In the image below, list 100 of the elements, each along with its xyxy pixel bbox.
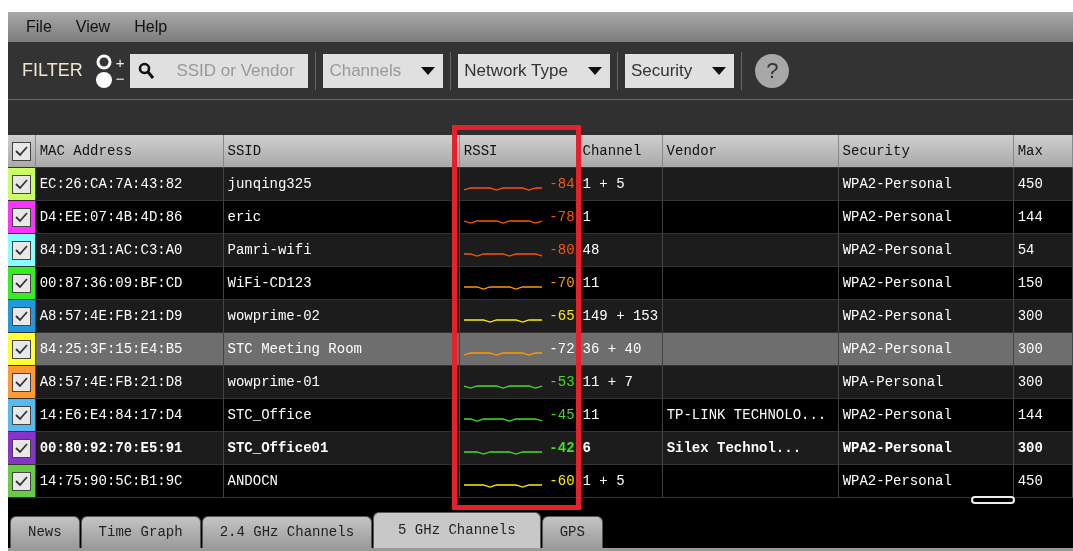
cell-text: wowprime-01 [227, 372, 320, 392]
cell-text: 450 [1017, 174, 1043, 194]
tab[interactable]: 2.4 GHz Channels [201, 516, 373, 548]
minus-label[interactable]: − [115, 70, 125, 87]
check-icon [14, 409, 28, 421]
help-button[interactable]: ? [755, 53, 790, 88]
cell-text: 144 [1017, 207, 1043, 227]
column-header[interactable]: RSSI [459, 135, 579, 168]
check-icon [14, 211, 28, 223]
dropdown[interactable]: Security [624, 53, 735, 88]
checkbox[interactable] [11, 273, 31, 293]
checkbox[interactable] [11, 471, 31, 491]
cell-text: Silex Technol... [666, 438, 802, 458]
cell-text: 36 + 40 [582, 339, 642, 359]
filter-label: FILTER [22, 59, 83, 82]
cell-text: WPA2-Personal [842, 240, 952, 260]
cell-text: 6 [582, 438, 591, 458]
cell-text: 450 [1017, 471, 1043, 491]
cell-text: 1 [582, 207, 591, 227]
cell-text: WPA2-Personal [842, 471, 952, 491]
rssi-value: -42 [549, 438, 575, 458]
cell-text: junqing325 [227, 174, 312, 194]
check-icon [14, 145, 28, 157]
rssi-value: -60 [549, 471, 575, 491]
rssi-value: -70 [549, 273, 575, 293]
cell-text: 14:75:90:5C:B1:9C [39, 471, 183, 491]
column-header[interactable]: Security [838, 135, 1014, 168]
cell-text: 54 [1017, 240, 1035, 260]
check-icon [14, 343, 28, 355]
plus-label[interactable]: + [115, 54, 125, 71]
cell-text: STC Meeting Room [227, 339, 362, 359]
cell-text: WPA2-Personal [842, 339, 952, 359]
checkbox[interactable] [11, 339, 31, 359]
cell-text: 14:E6:E4:84:17:D4 [39, 405, 183, 425]
check-icon [14, 277, 28, 289]
checkbox[interactable] [11, 141, 31, 161]
cell-text: eric [227, 207, 262, 227]
cell-text: WPA2-Personal [842, 273, 952, 293]
menu-item[interactable]: Help [134, 15, 182, 39]
cell-text: WiFi-CD123 [227, 273, 312, 293]
cell-text: WPA2-Personal [842, 405, 952, 425]
check-icon [14, 178, 28, 190]
cell-text: WPA2-Personal [842, 207, 952, 227]
caret-icon [421, 66, 436, 75]
cell-text: 300 [1017, 372, 1043, 392]
menu-item[interactable]: View [75, 15, 125, 39]
column-header[interactable]: Max [1013, 135, 1073, 168]
cell-text: 150 [1017, 273, 1043, 293]
cell-text: 1 + 5 [582, 174, 625, 194]
cell-text: 00:87:36:09:BF:CD [39, 273, 183, 293]
rssi-value: -65 [549, 306, 575, 326]
cell-text: 00:80:92:70:E5:91 [39, 438, 183, 458]
tab[interactable]: Time Graph [80, 516, 201, 548]
rssi-value: -80 [549, 240, 575, 260]
cell-text: STC_Office01 [227, 438, 329, 458]
column-header[interactable]: SSID [223, 135, 460, 168]
tab[interactable]: News [10, 516, 80, 548]
scrollbar-thumb[interactable] [971, 496, 1015, 504]
cell-text: 84:25:3F:15:E4:B5 [39, 339, 183, 359]
search-field[interactable]: SSID or Vendor [130, 53, 309, 88]
rssi-value: -84 [549, 174, 575, 194]
check-icon [14, 442, 28, 454]
check-icon [14, 475, 28, 487]
cell-text: 300 [1017, 306, 1043, 326]
cell-text: Pamri-wifi [227, 240, 312, 260]
tab[interactable]: GPS [541, 516, 603, 548]
checkbox[interactable] [11, 240, 31, 260]
cell-text: D4:EE:07:4B:4D:86 [39, 207, 183, 227]
checkbox[interactable] [11, 438, 31, 458]
menu-item[interactable]: File [26, 15, 66, 39]
cell-text: 1 + 5 [582, 471, 625, 491]
column-header[interactable]: MAC Address [35, 135, 224, 168]
dropdown[interactable]: Network Type [458, 53, 610, 88]
caret-icon [712, 66, 727, 75]
rssi-value: -53 [549, 372, 575, 392]
cell-text: 84:D9:31:AC:C3:A0 [39, 240, 183, 260]
cell-text: A8:57:4E:FB:21:D8 [39, 372, 183, 392]
checkbox[interactable] [11, 405, 31, 425]
checkbox[interactable] [11, 372, 31, 392]
rssi-value: -78 [549, 207, 575, 227]
cell-text: ANDOCN [227, 471, 278, 491]
rssi-value: -45 [549, 405, 575, 425]
cell-text: 48 [582, 240, 600, 260]
cell-text: WPA2-Personal [842, 438, 952, 458]
checkbox[interactable] [11, 306, 31, 326]
checkbox[interactable] [11, 174, 31, 194]
cell-text: EC:26:CA:7A:43:82 [39, 174, 183, 194]
cell-text: WPA2-Personal [842, 306, 952, 326]
checkbox[interactable] [11, 207, 31, 227]
check-icon [14, 376, 28, 388]
cell-text: WPA2-Personal [842, 174, 952, 194]
column-header[interactable]: Channel [578, 135, 663, 168]
cell-text: 11 [582, 273, 600, 293]
cell-text: 11 + 7 [582, 372, 633, 392]
tab[interactable]: 5 GHz Channels [373, 512, 541, 548]
cell-text: STC_Office [227, 405, 312, 425]
column-header[interactable]: Vendor [662, 135, 839, 168]
cell-text: WPA-Personal [842, 372, 944, 392]
cell-text: 149 + 153 [582, 306, 659, 326]
cell-text: A8:57:4E:FB:21:D9 [39, 306, 183, 326]
